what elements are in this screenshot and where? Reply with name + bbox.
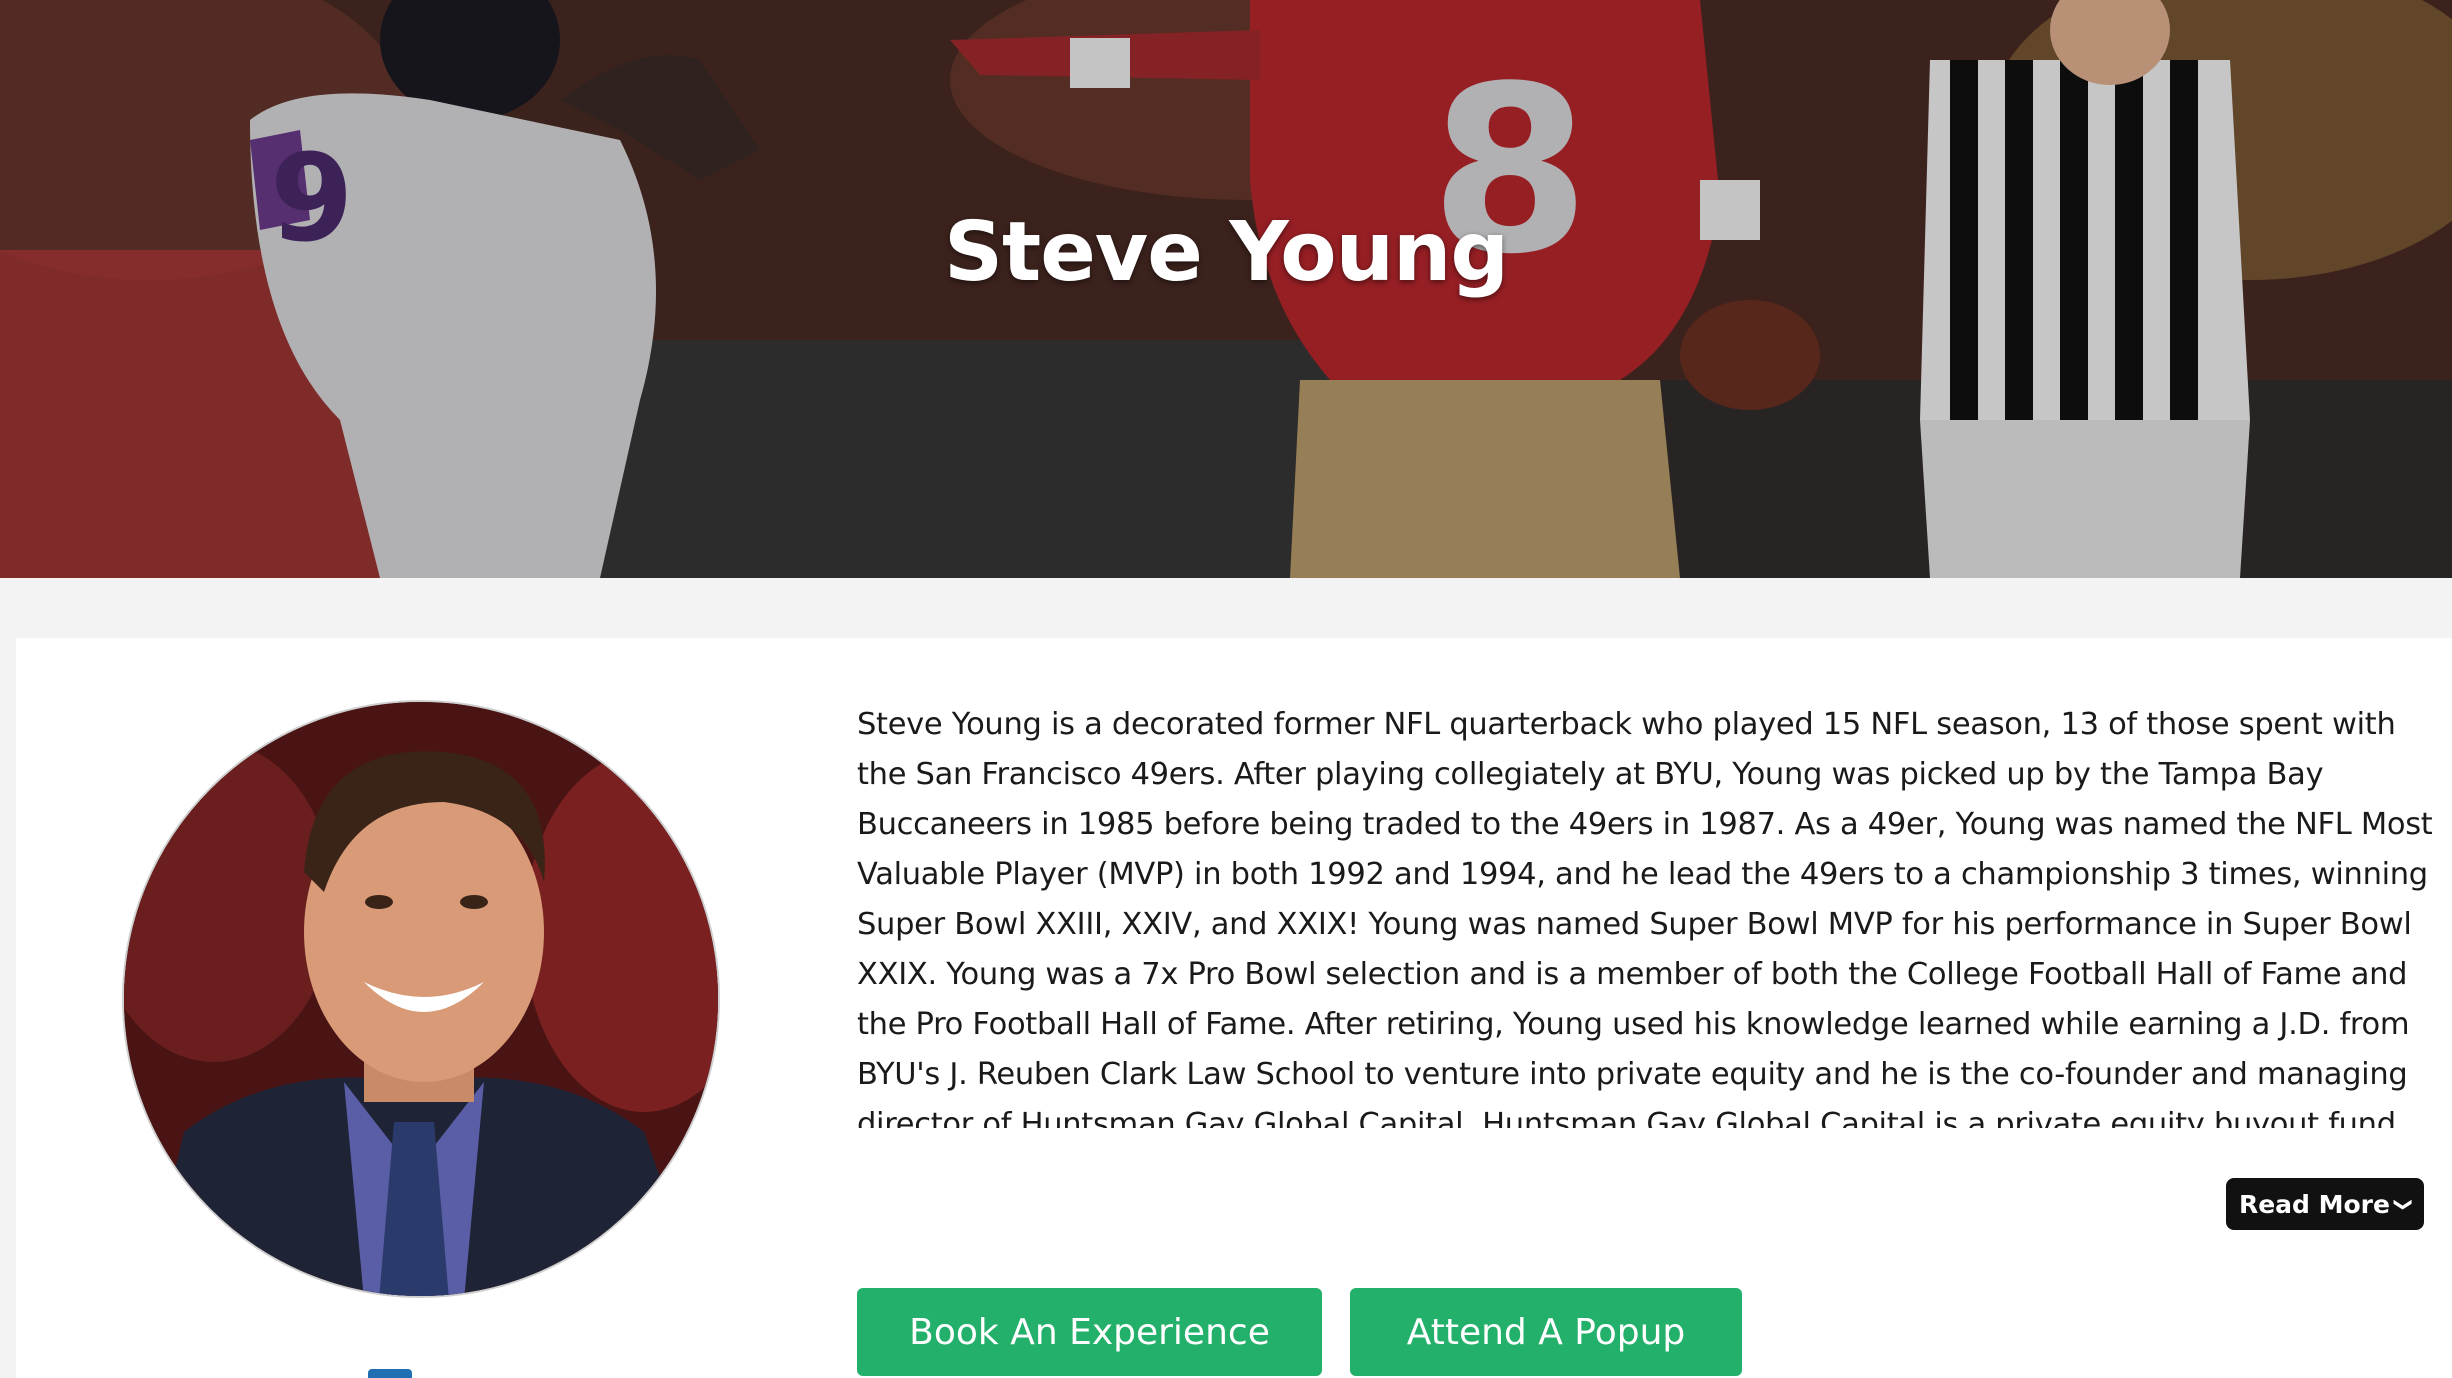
avatar [122,700,720,1298]
read-more-button[interactable]: Read More ❯ [2226,1178,2424,1230]
hero-banner: 9 8 Steve Young [0,0,2452,578]
bio-text: Steve Young is a decorated former NFL qu… [857,700,2452,1128]
linkedin-icon[interactable] [368,1369,412,1378]
profile-card: Steve Young is a decorated former NFL qu… [16,638,2452,1378]
read-more-label: Read More [2238,1189,2390,1219]
profile-photo [124,702,718,1296]
bio-paragraph: Steve Young is a decorated former NFL qu… [857,707,2433,1128]
book-experience-button[interactable]: Book An Experience [857,1288,1322,1376]
chevron-down-icon: ❯ [2393,1196,2414,1212]
page-title: Steve Young [943,205,1509,300]
attend-popup-button[interactable]: Attend A Popup [1350,1288,1742,1376]
